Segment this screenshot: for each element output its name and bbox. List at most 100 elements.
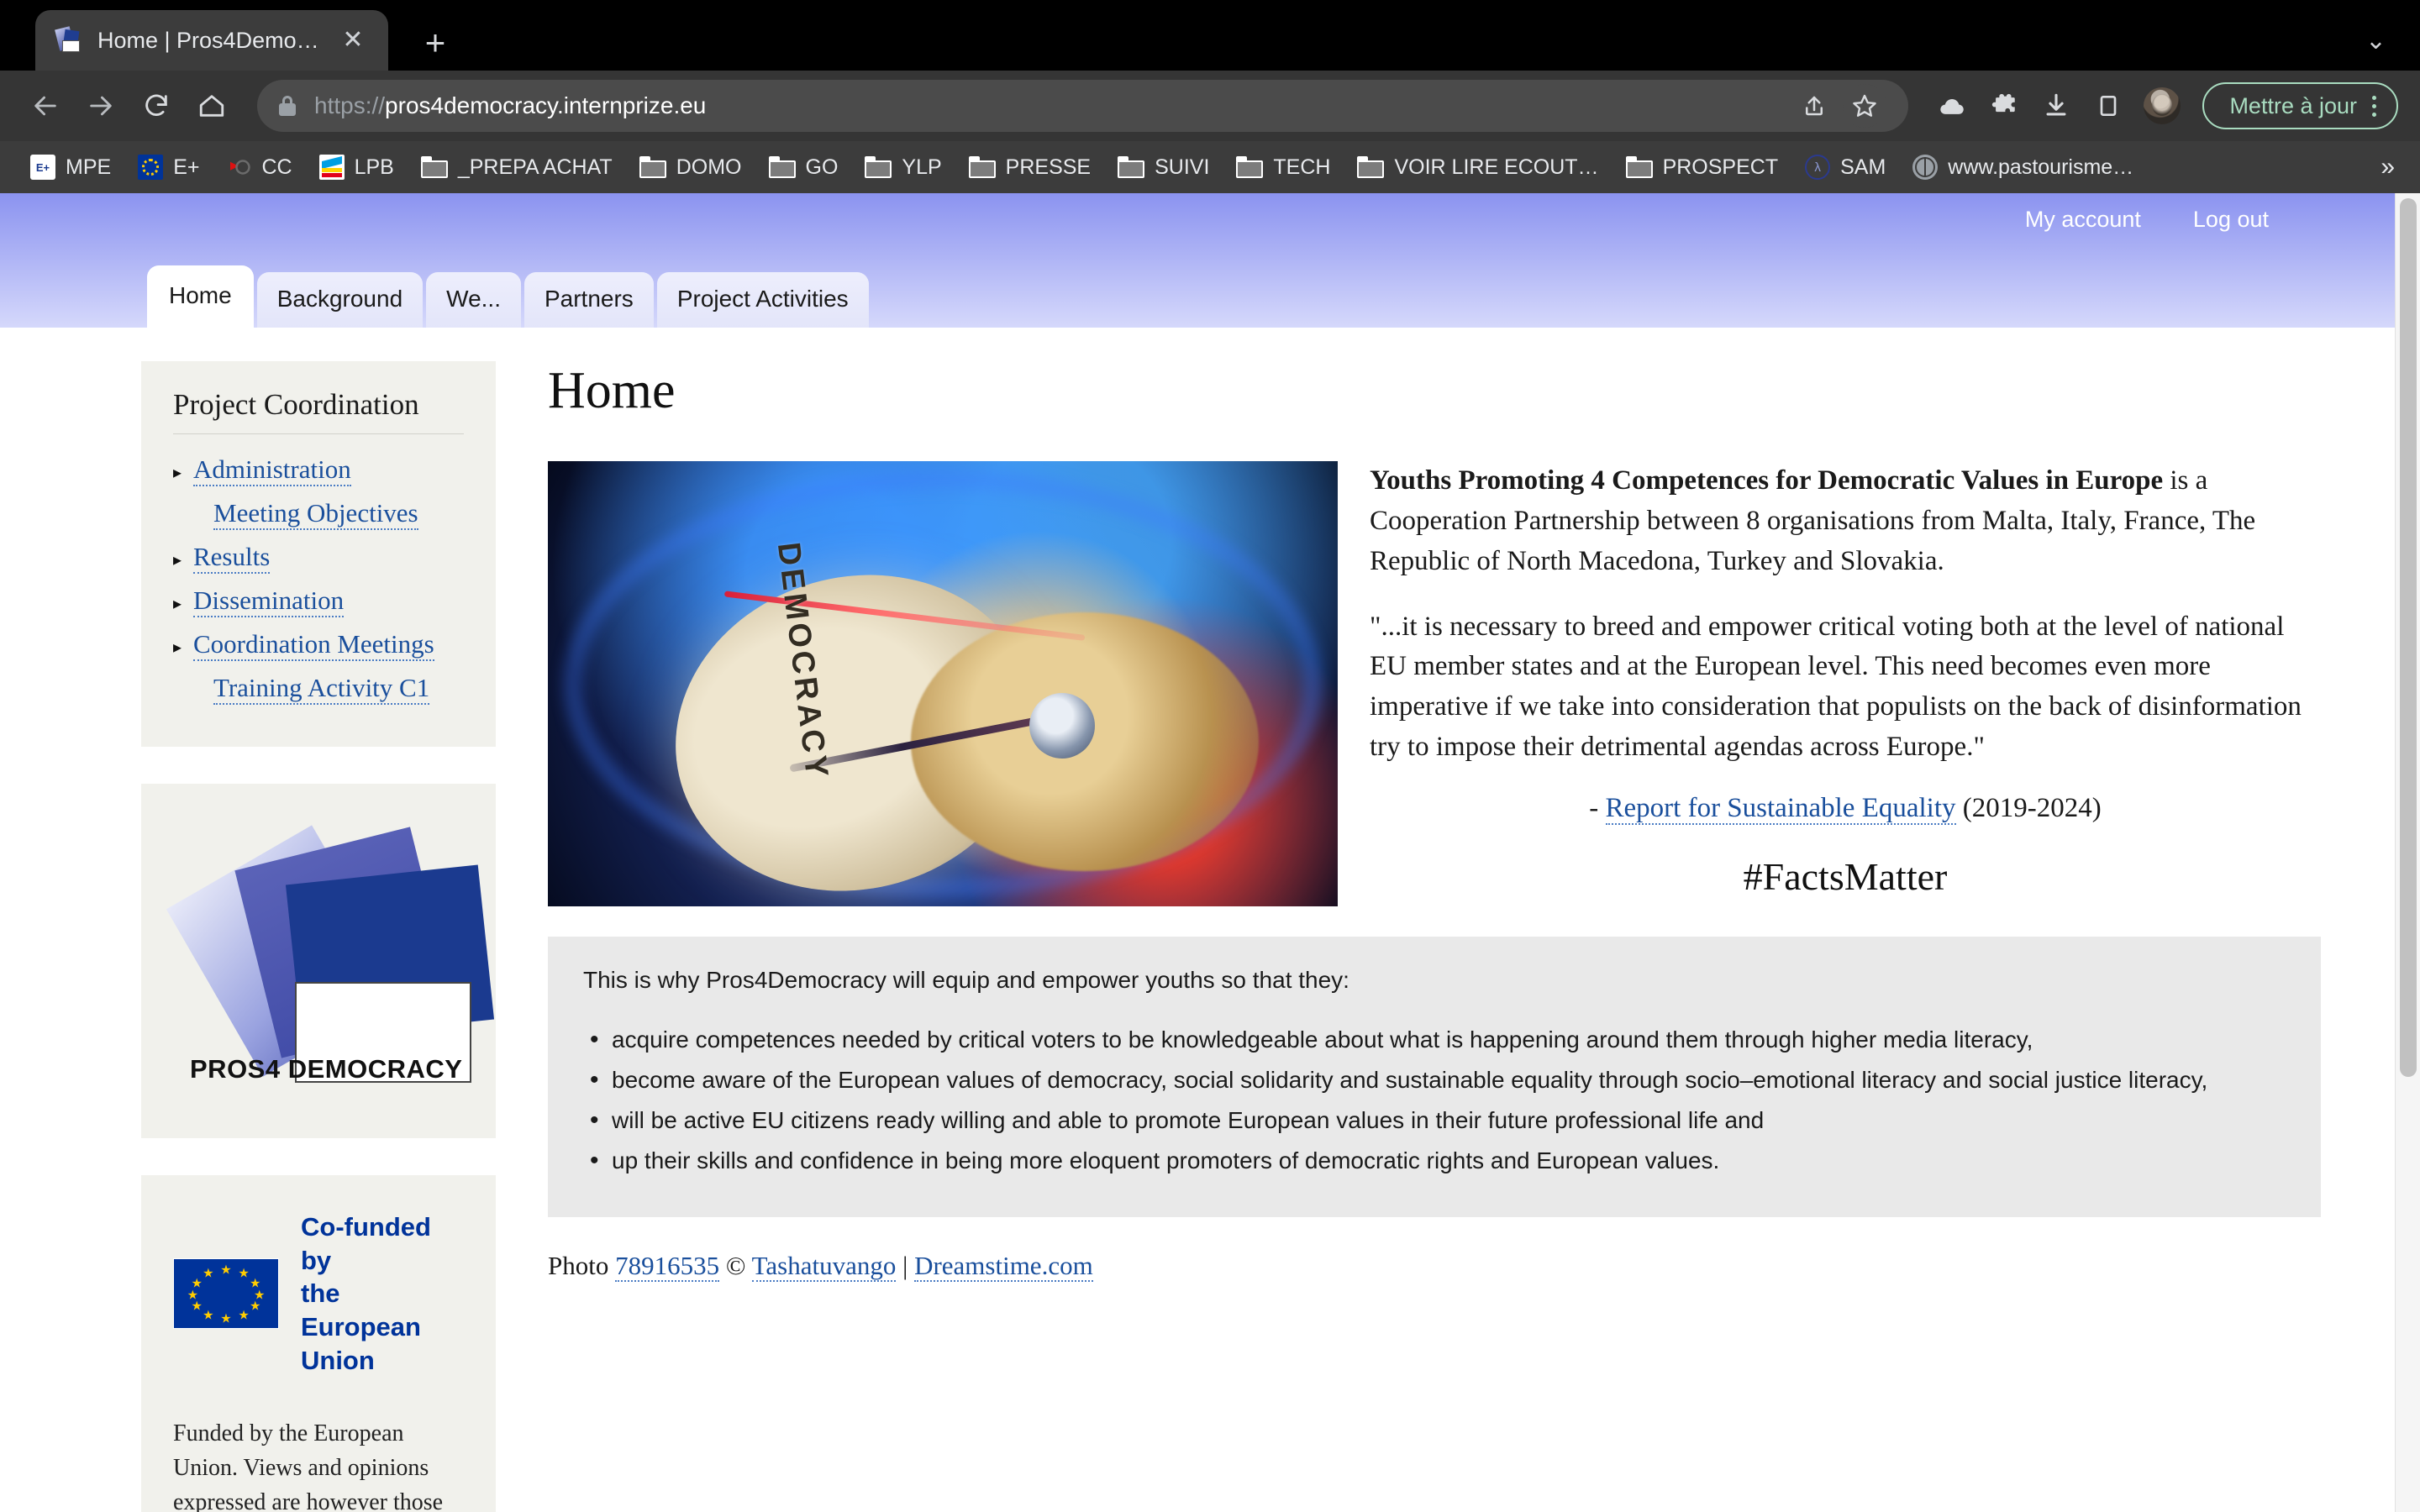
list-item: acquire competences needed by critical v… — [583, 1021, 2286, 1058]
bookmark-eplus[interactable]: E+ — [126, 150, 211, 185]
cc-icon — [226, 155, 251, 180]
reload-icon[interactable] — [133, 82, 180, 129]
logo-text: PROS4 DEMOCRACY — [190, 1054, 463, 1084]
cloud-icon[interactable] — [1930, 84, 1974, 128]
sidebar-menu: ▸ Administration ▸ Meeting Objectives ▸ … — [173, 454, 464, 705]
sidebar-item-training-activity-c1[interactable]: ▸ Training Activity C1 — [173, 673, 464, 705]
photo-credit-prefix: Photo — [548, 1251, 616, 1280]
folder-icon — [1118, 156, 1145, 178]
copyright-symbol: © — [719, 1251, 752, 1280]
la-banque-postale-icon — [318, 155, 345, 180]
share-icon[interactable] — [1792, 84, 1836, 128]
tab-we[interactable]: We... — [426, 272, 521, 328]
tab-search-chevron-down-icon[interactable]: ⌄ — [2365, 26, 2386, 55]
my-account-link[interactable]: My account — [2025, 207, 2141, 233]
objectives-list: acquire competences needed by critical v… — [583, 1021, 2286, 1179]
bookmark-go[interactable]: GO — [757, 150, 850, 185]
bookmark-label: SUIVI — [1155, 155, 1210, 179]
sidebar-item-label[interactable]: Results — [193, 542, 271, 574]
update-browser-button[interactable]: Mettre à jour — [2202, 82, 2398, 129]
sidebar-item-coordination-meetings[interactable]: ▸ Coordination Meetings — [173, 629, 464, 661]
bookmark-label: PRESSE — [1005, 155, 1092, 179]
log-out-link[interactable]: Log out — [2193, 207, 2269, 233]
address-bar[interactable]: https://pros4democracy.internprize.eu — [257, 80, 1909, 132]
sidebar-item-label[interactable]: Meeting Objectives — [213, 498, 418, 530]
page-content: Project Coordination ▸ Administration ▸ … — [0, 328, 2420, 1512]
forward-icon[interactable] — [77, 82, 124, 129]
scrollbar-thumb[interactable] — [2400, 198, 2417, 1077]
site-header: My account Log out Home Background We...… — [0, 193, 2420, 328]
bookmark-lpb[interactable]: LPB — [308, 150, 406, 185]
folder-icon — [968, 156, 996, 178]
eu-funding-line2: the European Union — [301, 1278, 421, 1375]
bookmark-label: LPB — [354, 155, 394, 179]
browser-menu-icon[interactable] — [2372, 95, 2376, 117]
close-tab-icon[interactable]: ✕ — [336, 28, 370, 53]
tab-background[interactable]: Background — [256, 272, 424, 328]
bookmarks-overflow-button[interactable]: » — [2381, 153, 2395, 181]
citation-line: - Report for Sustainable Equality (2019-… — [1370, 792, 2321, 825]
sidebar-item-label[interactable]: Training Activity C1 — [213, 673, 430, 705]
bookmark-tech[interactable]: TECH — [1224, 150, 1342, 185]
sidebar-item-administration[interactable]: ▸ Administration — [173, 454, 464, 486]
bookmark-presse[interactable]: PRESSE — [957, 150, 1102, 185]
bookmark-mpe[interactable]: E+ MPE — [18, 150, 123, 185]
bookmark-cc[interactable]: CC — [214, 150, 303, 185]
eu-flag-icon: ★ ★ ★ ★ ★ ★ ★ ★ ★ ★ ★ ★ — [173, 1258, 279, 1330]
address-bar-url: https://pros4democracy.internprize.eu — [314, 92, 707, 118]
bookmark-domo[interactable]: DOMO — [628, 150, 754, 185]
downloads-icon[interactable] — [2034, 84, 2078, 128]
side-panel-icon[interactable] — [2086, 84, 2130, 128]
sidebar-item-meeting-objectives[interactable]: ▸ Meeting Objectives — [173, 498, 464, 530]
bookmark-label: E+ — [173, 155, 200, 179]
new-tab-button[interactable]: + — [413, 25, 457, 60]
back-icon[interactable] — [22, 82, 69, 129]
sam-icon: λ — [1805, 155, 1831, 180]
folder-icon — [420, 156, 448, 178]
bookmark-star-icon[interactable] — [1843, 84, 1887, 128]
update-browser-label: Mettre à jour — [2229, 92, 2357, 118]
sidebar-item-results[interactable]: ▸ Results — [173, 542, 464, 574]
web-page: My account Log out Home Background We...… — [0, 193, 2420, 1512]
browser-tab[interactable]: Home | Pros4Democracy ✕ — [35, 10, 388, 71]
bookmark-label: YLP — [902, 155, 942, 179]
tab-partners[interactable]: Partners — [523, 272, 654, 328]
browser-toolbar: https://pros4democracy.internprize.eu Me… — [0, 71, 2420, 141]
profile-avatar[interactable] — [2144, 87, 2181, 124]
home-icon[interactable] — [188, 82, 235, 129]
bookmark-pastourisme[interactable]: www.pastourisme… — [1901, 150, 2145, 185]
panel-title: Project Coordination — [173, 388, 464, 434]
bookmarks-bar: E+ MPE E+ CC LPB _PREPA ACHAT DOMO GO YL… — [0, 141, 2420, 193]
report-for-sustainable-equality-link[interactable]: Report for Sustainable Equality — [1605, 792, 1956, 825]
dreamstime-link[interactable]: Dreamstime.com — [914, 1251, 1093, 1282]
folder-icon — [865, 156, 892, 178]
sidebar-item-label[interactable]: Administration — [193, 454, 351, 486]
bookmark-label: MPE — [66, 155, 112, 179]
bookmark-suivi[interactable]: SUIVI — [1106, 150, 1221, 185]
browser-window: Home | Pros4Democracy ✕ + ⌄ https://pros… — [0, 0, 2420, 1512]
bookmark-label: CC — [261, 155, 292, 179]
bookmark-voir-lire-ecouter[interactable]: VOIR LIRE ECOUT… — [1345, 150, 1610, 185]
photo-id-link[interactable]: 78916535 — [615, 1251, 720, 1282]
extensions-icon[interactable] — [1982, 84, 2026, 128]
bookmark-prospect[interactable]: PROSPECT — [1614, 150, 1791, 185]
sidebar-item-label[interactable]: Dissemination — [193, 585, 345, 617]
list-item: become aware of the European values of d… — [583, 1061, 2286, 1099]
objectives-lead: This is why Pros4Democracy will equip an… — [583, 967, 1349, 993]
hero-section: DEMOCRACY Youths Promoting 4 Competences… — [548, 461, 2321, 906]
democracy-watch-image: DEMOCRACY — [548, 461, 1338, 906]
bookmark-label: TECH — [1273, 155, 1331, 179]
sidebar-item-label[interactable]: Coordination Meetings — [193, 629, 434, 661]
tab-project-activities[interactable]: Project Activities — [656, 272, 869, 328]
page-scrollbar[interactable] — [2395, 193, 2420, 1512]
tab-home[interactable]: Home — [147, 265, 254, 328]
bookmark-sam[interactable]: λ SAM — [1793, 150, 1897, 185]
photo-author-link[interactable]: Tashatuvango — [751, 1251, 897, 1282]
caret-right-icon: ▸ — [173, 638, 182, 657]
bookmark-prepa-achat[interactable]: _PREPA ACHAT — [409, 150, 624, 185]
sidebar-item-dissemination[interactable]: ▸ Dissemination — [173, 585, 464, 617]
citation-years: (2019-2024) — [1955, 792, 2102, 823]
bookmark-ylp[interactable]: YLP — [853, 150, 953, 185]
bookmark-label: _PREPA ACHAT — [457, 155, 613, 179]
eu-funding-panel: ★ ★ ★ ★ ★ ★ ★ ★ ★ ★ ★ ★ Co-funded by the… — [141, 1175, 496, 1512]
